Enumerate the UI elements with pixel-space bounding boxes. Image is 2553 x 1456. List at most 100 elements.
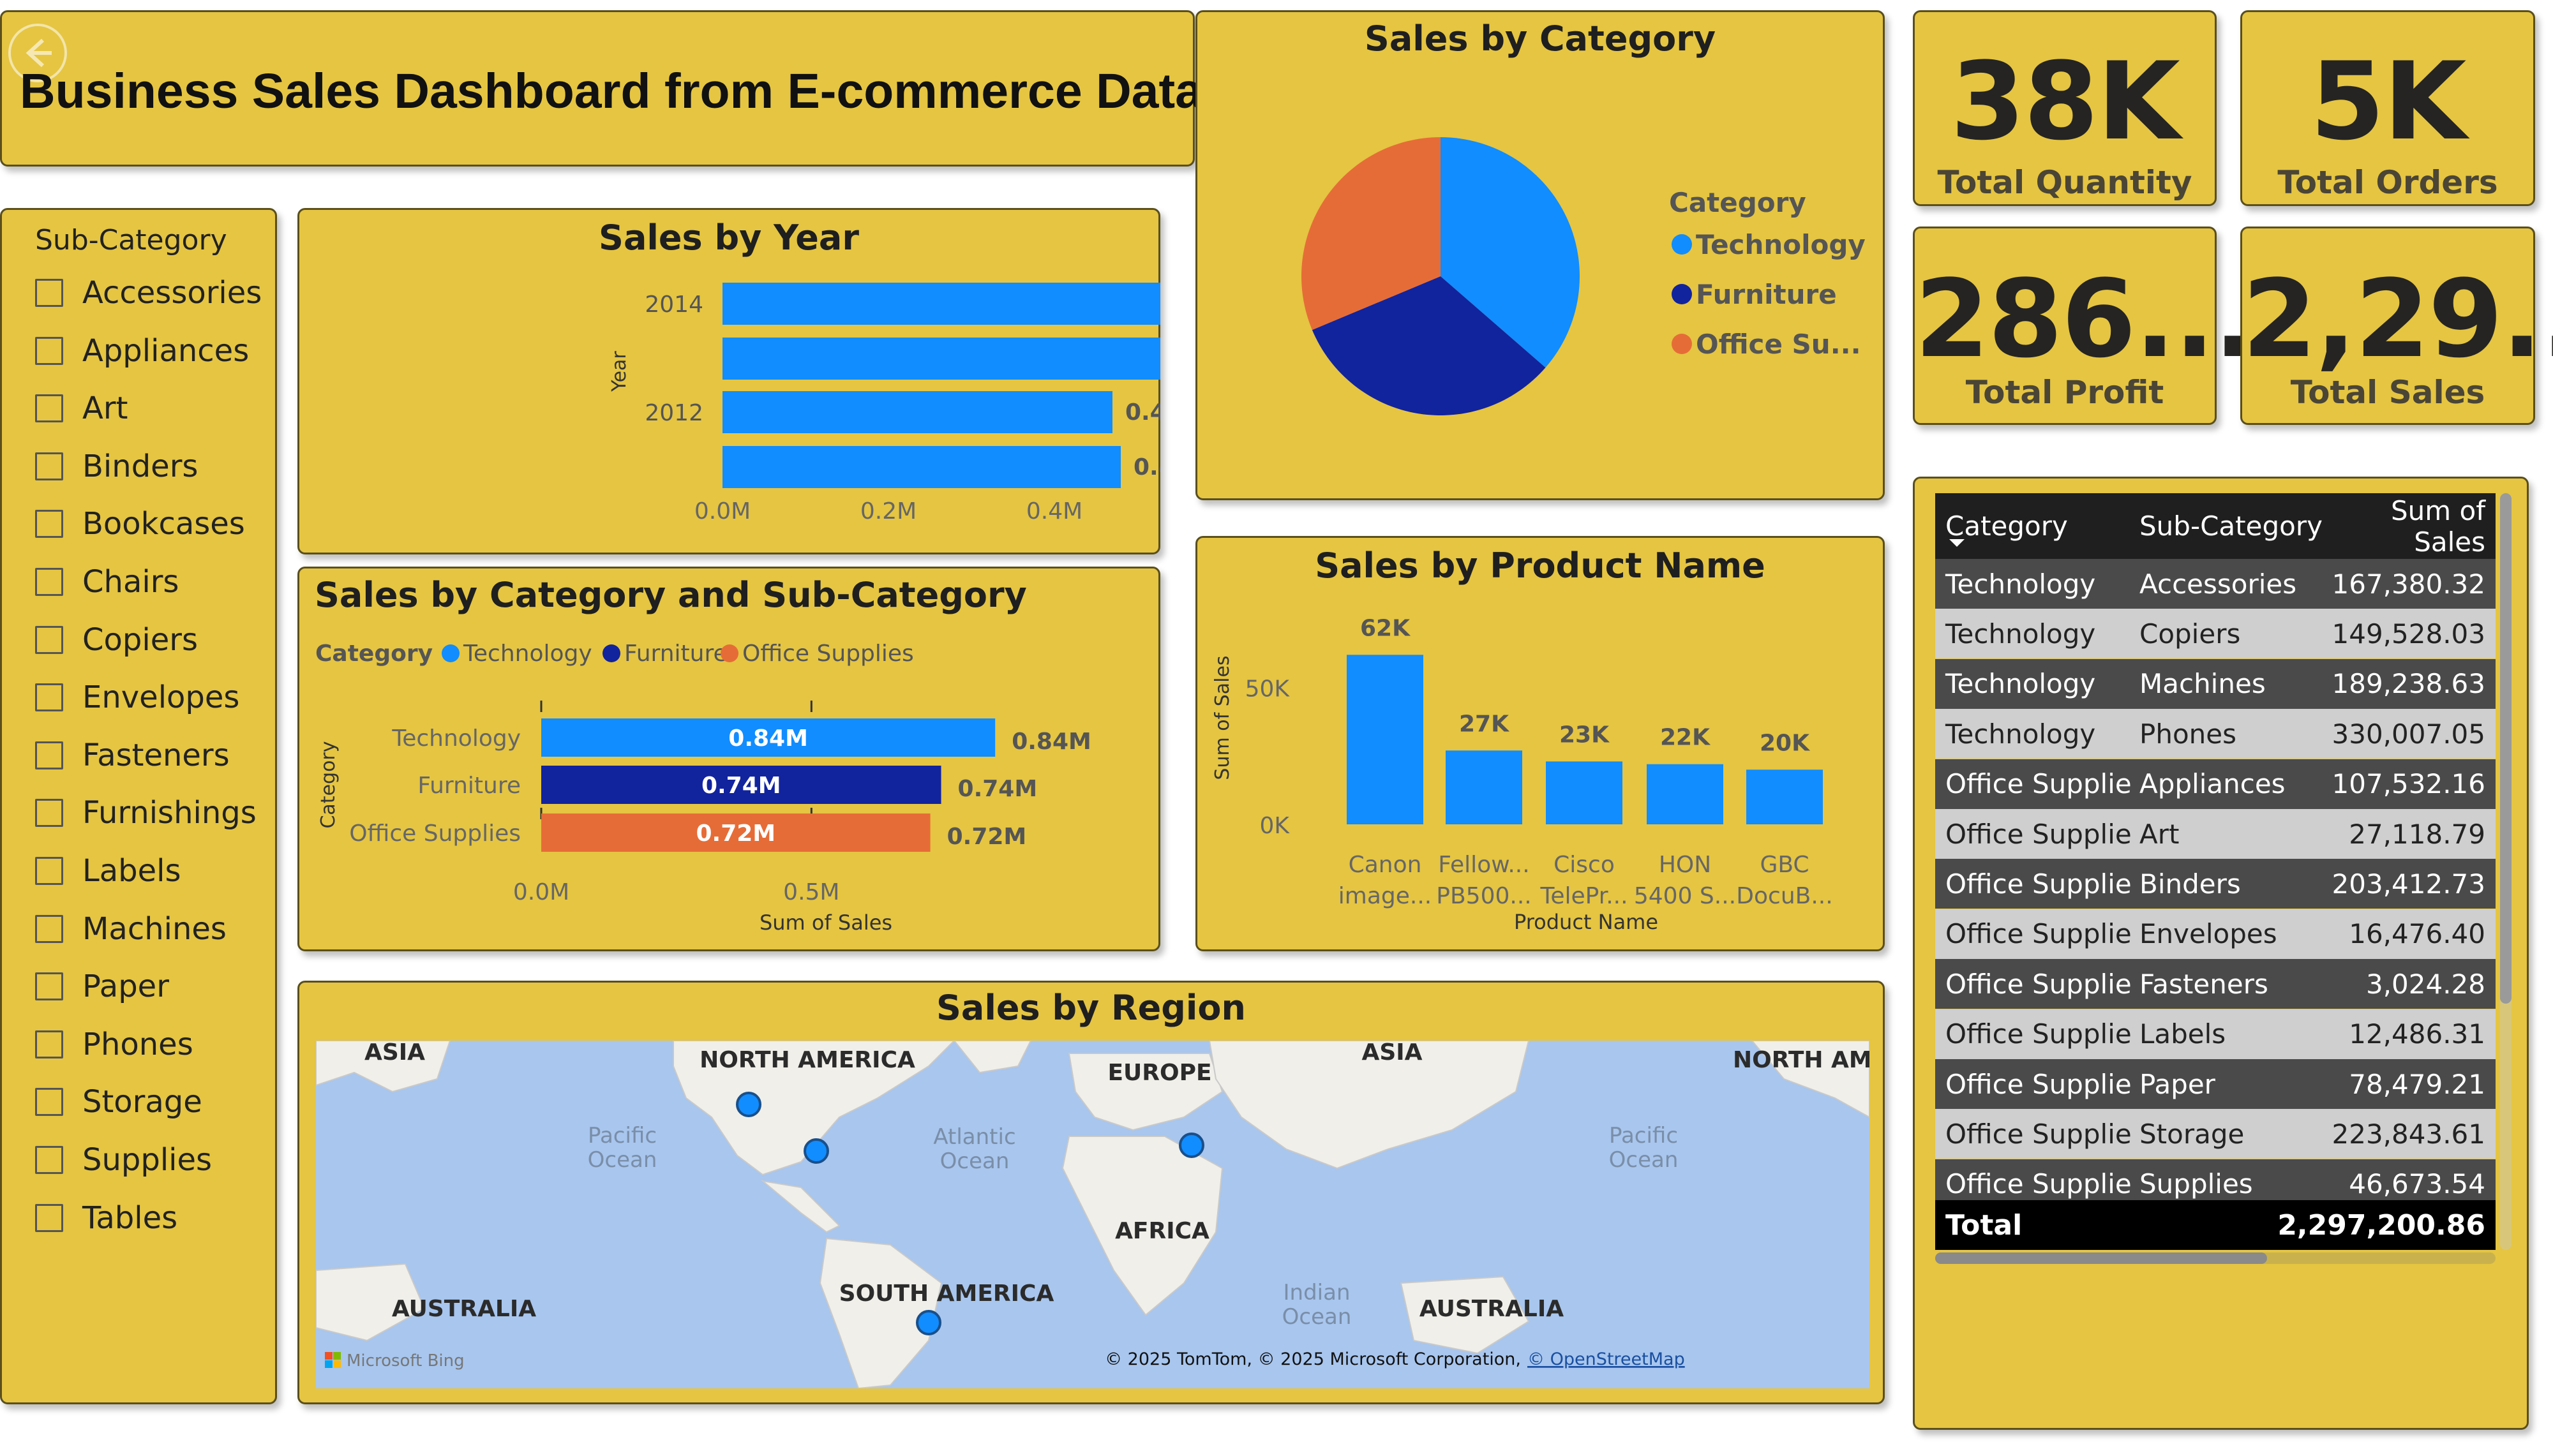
checkbox[interactable] [35,1030,63,1059]
map-label: Ocean [588,1147,657,1173]
x-tick-label: HON [1659,852,1711,878]
slicer-item-fasteners[interactable]: Fasteners [35,736,230,775]
checkbox[interactable] [35,857,63,885]
checkbox[interactable] [35,510,63,539]
bar[interactable] [722,391,1112,433]
legend-label[interactable]: Technology [1696,229,1866,260]
x-tick-label: Fellow... [1438,852,1529,878]
header-sub-category[interactable]: Sub-Category [2133,510,2325,542]
slicer-item-copiers[interactable]: Copiers [35,621,198,659]
table-row[interactable]: Office Supplies Binders 203,412.73 [1935,859,2496,909]
sub-category-slicer: Sub-Category Accessories Appliances Art Bin… [0,208,277,1404]
x-axis-title: Product Name [1514,910,1658,934]
slicer-item-chairs[interactable]: Chairs [35,563,179,601]
legend-label[interactable]: Furniture [624,641,728,667]
table-row[interactable]: Office Supplies Labels 12,486.31 [1935,1009,2496,1059]
table-row[interactable]: Technology Accessories 167,380.32 [1935,559,2496,609]
region-bubble[interactable] [804,1138,829,1164]
slicer-item-accessories[interactable]: Accessories [35,274,262,312]
slicer-item-furnishings[interactable]: Furnishings [35,794,257,832]
checkbox[interactable] [35,625,63,654]
table-row[interactable]: Office Supplies Fasteners 3,024.28 [1935,959,2496,1009]
slicer-item-label: Envelopes [82,680,240,716]
region-bubble[interactable] [916,1310,941,1335]
x-tick-label: GBC [1760,852,1809,878]
cell-sub-category: Phones [2139,718,2236,750]
slicer-item-machines[interactable]: Machines [35,910,227,948]
legend-marker [1672,234,1692,255]
y-tick-label: Technology [391,725,521,752]
legend-label[interactable]: Office Supplies [742,641,914,667]
slicer-item-paper[interactable]: Paper [35,967,169,1006]
kpi-value: 286.... [1915,256,2294,382]
slicer-item-phones[interactable]: Phones [35,1025,193,1064]
bar[interactable] [1347,655,1423,824]
bar[interactable] [1546,761,1622,824]
checkbox[interactable] [35,914,63,943]
bar[interactable] [1647,764,1723,824]
table-row[interactable]: Office Supplies Envelopes 16,476.40 [1935,909,2496,959]
legend-label[interactable]: Technology [463,641,592,667]
legend-title: Category [1669,187,1806,218]
region-map[interactable]: ASIA NORTH AMERICA EUROPE ASIA NORTH AME Paci… [316,1041,1869,1388]
slicer-item-envelopes[interactable]: Envelopes [35,678,239,717]
checkbox[interactable] [35,452,63,480]
sales-by-year-card: Sales by Year Year201420120.73M0.61M0.47… [297,208,1160,554]
checkbox[interactable] [35,1203,63,1232]
bar[interactable] [1446,750,1522,824]
slicer-item-label: Phones [82,1026,193,1062]
checkbox[interactable] [35,741,63,769]
checkbox[interactable] [35,568,63,596]
slicer-item-label: Machines [82,910,227,947]
landmass [760,1180,841,1233]
table-row[interactable]: Technology Phones 330,007.05 [1935,709,2496,759]
checkbox[interactable] [35,1088,63,1117]
slicer-item-binders[interactable]: Binders [35,447,198,486]
table-row[interactable]: Technology Copiers 149,528.03 [1935,609,2496,659]
bar[interactable] [722,446,1121,488]
legend-marker [721,644,738,662]
slicer-item-appliances[interactable]: Appliances [35,332,249,370]
checkbox[interactable] [35,683,63,712]
slicer-item-art[interactable]: Art [35,389,128,427]
vertical-scrollbar[interactable] [2500,493,2512,1250]
slicer-item-supplies[interactable]: Supplies [35,1141,212,1179]
table-row[interactable]: Office Supplies Storage 223,843.61 [1935,1109,2496,1159]
table-row[interactable]: Office Supplies Paper 78,479.21 [1935,1059,2496,1109]
map-label: Ocean [1282,1304,1352,1330]
cell-sum-of-sales: 12,486.31 [2349,1018,2485,1050]
slicer-item-label: Storage [82,1084,202,1120]
table-row[interactable]: Office Supplies Appliances 107,532.16 [1935,759,2496,809]
map-label: AUSTRALIA [1419,1296,1564,1322]
table-row[interactable]: Office Supplies Supplies 46,673.54 [1935,1159,2496,1200]
checkbox[interactable] [35,394,63,423]
checkbox[interactable] [35,799,63,828]
kpi-total-sales: 2,29... Total Sales [2240,227,2553,425]
checkbox[interactable] [35,336,63,365]
header-category[interactable]: Category [1935,510,2133,542]
region-bubble[interactable] [1179,1133,1204,1158]
kpi-value: 5K [2310,39,2466,164]
slicer-item-storage[interactable]: Storage [35,1083,202,1121]
slicer-item-tables[interactable]: Tables [35,1199,177,1237]
checkbox[interactable] [35,972,63,1001]
slicer-item-labels[interactable]: Labels [35,852,181,890]
bar[interactable] [722,283,1160,325]
x-tick-label: DocuB... [1736,883,1832,909]
table-row[interactable]: Technology Machines 189,238.63 [1935,658,2496,709]
legend-label[interactable]: Office Su... [1696,329,1861,360]
kpi-value: 38K [1950,39,2180,164]
table-row[interactable]: Office Supplies Art 27,118.79 [1935,809,2496,859]
kpi-total-profit: 286.... Total Profit [1913,227,2294,425]
x-tick-label: 5400 S... [1634,883,1736,909]
region-bubble[interactable] [736,1092,761,1117]
bar[interactable] [1746,769,1823,824]
horizontal-scrollbar[interactable] [1935,1252,2496,1264]
legend-label[interactable]: Furniture [1696,279,1837,310]
header-sum-of-sales[interactable]: Sum of Sales [2325,495,2496,558]
checkbox[interactable] [35,1146,63,1174]
bar[interactable] [722,338,1160,380]
osm-link[interactable]: © OpenStreetMap [1527,1349,1685,1369]
checkbox[interactable] [35,279,63,307]
slicer-item-bookcases[interactable]: Bookcases [35,505,245,543]
